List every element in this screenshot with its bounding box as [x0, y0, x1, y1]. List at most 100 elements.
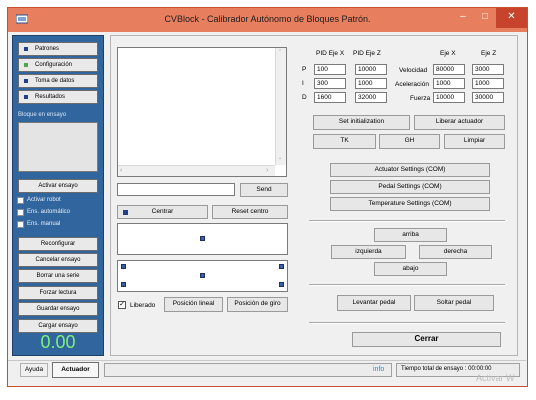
divider — [309, 284, 505, 286]
pid-p-x-field[interactable]: 100 — [314, 64, 346, 75]
nav-label: Configuración — [35, 62, 73, 68]
forzar-lectura-button[interactable]: Forzar lectura — [18, 286, 98, 300]
vertical-scrollbar[interactable]: ⌃ ⌄ — [275, 48, 286, 165]
nav-indicator-icon — [24, 47, 28, 51]
abajo-button[interactable]: abajo — [374, 262, 447, 276]
position-track-top[interactable] — [117, 223, 288, 255]
nav-label: Resultados — [35, 94, 66, 100]
velocidad-z-field[interactable]: 3000 — [472, 64, 504, 75]
scroll-right-icon[interactable]: › — [266, 167, 268, 174]
aceleracion-z-field[interactable]: 1000 — [472, 78, 504, 89]
centrar-label: Centrar — [151, 208, 174, 215]
nav-toma-datos-button[interactable]: Toma de datos — [18, 74, 98, 88]
maximize-button[interactable]: □ — [474, 8, 496, 28]
derecha-button[interactable]: derecha — [419, 245, 492, 259]
bloque-ensayo-display — [18, 122, 98, 172]
scroll-down-icon[interactable]: ⌄ — [278, 155, 282, 161]
fuerza-x-field[interactable]: 10000 — [433, 92, 465, 103]
eje-z-header: Eje Z — [481, 50, 497, 57]
soltar-pedal-button[interactable]: Soltar pedal — [414, 295, 494, 311]
close-icon: ✕ — [507, 11, 516, 22]
ens-manual-checkbox[interactable] — [17, 221, 24, 228]
tiempo-text: Tiempo total de ensayo : 00:00:00 — [401, 366, 492, 372]
scroll-left-icon[interactable]: ‹ — [120, 167, 122, 174]
ens-automatico-checkbox[interactable] — [17, 209, 24, 216]
actuador-tab[interactable]: Actuador — [52, 362, 99, 378]
actuator-settings-button[interactable]: Actuator Settings (COM) — [330, 163, 490, 177]
velocidad-x-field[interactable]: 80000 — [433, 64, 465, 75]
levantar-pedal-button[interactable]: Levantar pedal — [337, 295, 411, 311]
horizontal-scrollbar[interactable]: ‹ › — [118, 165, 275, 176]
liberar-actuador-button[interactable]: Liberar actuador — [414, 115, 505, 130]
position-track-bottom[interactable] — [117, 260, 288, 292]
divider — [309, 322, 505, 324]
bloque-ensayo-label: Bloque en ensayo — [18, 112, 67, 118]
nav-label: Toma de datos — [35, 78, 75, 84]
nav-configuracion-button[interactable]: Configuración — [18, 58, 98, 72]
pid-z-header: PID Eje Z — [353, 50, 381, 57]
liberado-checkbox[interactable]: ✓ — [118, 301, 126, 309]
sidebar: Patrones Configuración Toma de datos Res… — [12, 35, 104, 356]
title-bar: CVBlock - Calibrador Autónomo de Bloques… — [8, 8, 527, 32]
info-text: info — [373, 366, 385, 373]
limpiar-button[interactable]: Limpiar — [444, 134, 505, 149]
command-input[interactable] — [117, 183, 235, 196]
guardar-ensayo-button[interactable]: Guardar ensayo — [18, 302, 98, 316]
fuerza-z-field[interactable]: 30000 — [472, 92, 504, 103]
temperature-settings-button[interactable]: Temperature Settings (COM) — [330, 197, 490, 211]
pedal-settings-button[interactable]: Pedal Settings (COM) — [330, 180, 490, 194]
activation-watermark: Activar W — [476, 373, 515, 383]
arriba-button[interactable]: arriba — [374, 228, 447, 242]
minimize-button[interactable]: – — [452, 8, 474, 28]
tk-button[interactable]: TK — [313, 134, 376, 149]
reconfigurar-button[interactable]: Reconfigurar — [18, 237, 98, 251]
send-button[interactable]: Send — [240, 183, 288, 197]
ayuda-tab[interactable]: Ayuda — [20, 363, 48, 377]
borrar-serie-button[interactable]: Borrar una serie — [18, 269, 98, 283]
pid-d-x-field[interactable]: 1600 — [314, 92, 346, 103]
izquierda-button[interactable]: izquierda — [331, 245, 406, 259]
cerrar-button[interactable]: Cerrar — [352, 332, 501, 347]
ens-manual-label: Ens. manual — [27, 221, 61, 227]
corner-marker-icon — [121, 282, 126, 287]
pid-d-z-field[interactable]: 32000 — [355, 92, 387, 103]
liberado-label: Liberado — [130, 302, 156, 309]
log-textarea[interactable]: ⌃ ⌄ ‹ › — [117, 47, 287, 177]
pid-i-x-field[interactable]: 300 — [314, 78, 346, 89]
position-marker-icon[interactable] — [200, 236, 205, 241]
scroll-up-icon[interactable]: ⌃ — [278, 49, 282, 55]
ens-automatico-label: Ens. automático — [27, 209, 71, 215]
cancelar-ensayo-button[interactable]: Cancelar ensayo — [18, 253, 98, 267]
pid-d-label: D — [302, 94, 307, 101]
corner-marker-icon — [279, 264, 284, 269]
corner-marker-icon — [279, 282, 284, 287]
gh-button[interactable]: GH — [379, 134, 440, 149]
eje-x-header: Eje X — [440, 50, 456, 57]
posicion-giro-button[interactable]: Posición de giro — [227, 297, 288, 312]
pid-p-label: P — [302, 66, 307, 73]
nav-indicator-icon — [24, 63, 28, 67]
nav-patrones-button[interactable]: Patrones — [18, 42, 98, 56]
aceleracion-x-field[interactable]: 1000 — [433, 78, 465, 89]
set-initialization-button[interactable]: Set initialization — [313, 115, 410, 130]
cargar-ensayo-button[interactable]: Cargar ensayo — [18, 319, 98, 333]
activar-ensayo-button[interactable]: Activar ensayo — [18, 179, 98, 193]
fuerza-label: Fuerza — [410, 95, 431, 102]
posicion-lineal-button[interactable]: Posición lineal — [164, 297, 223, 312]
status-message-panel: info — [104, 363, 392, 377]
close-button[interactable]: ✕ — [496, 8, 527, 28]
check-icon: ✓ — [119, 301, 125, 308]
activar-robot-checkbox[interactable] — [17, 197, 24, 204]
pid-i-z-field[interactable]: 1000 — [355, 78, 387, 89]
reset-centro-button[interactable]: Reset centro — [212, 205, 288, 219]
pid-i-label: I — [302, 80, 304, 87]
nav-indicator-icon — [24, 95, 28, 99]
pid-p-z-field[interactable]: 10000 — [355, 64, 387, 75]
counter-display: 0.00 — [40, 332, 76, 352]
aceleracion-label: Aceleración — [395, 81, 429, 88]
position-marker-icon[interactable] — [200, 273, 205, 278]
nav-resultados-button[interactable]: Resultados — [18, 90, 98, 104]
centrar-button[interactable]: Centrar — [117, 205, 208, 219]
activar-robot-label: Activar robot — [27, 197, 61, 203]
nav-label: Patrones — [35, 46, 60, 52]
